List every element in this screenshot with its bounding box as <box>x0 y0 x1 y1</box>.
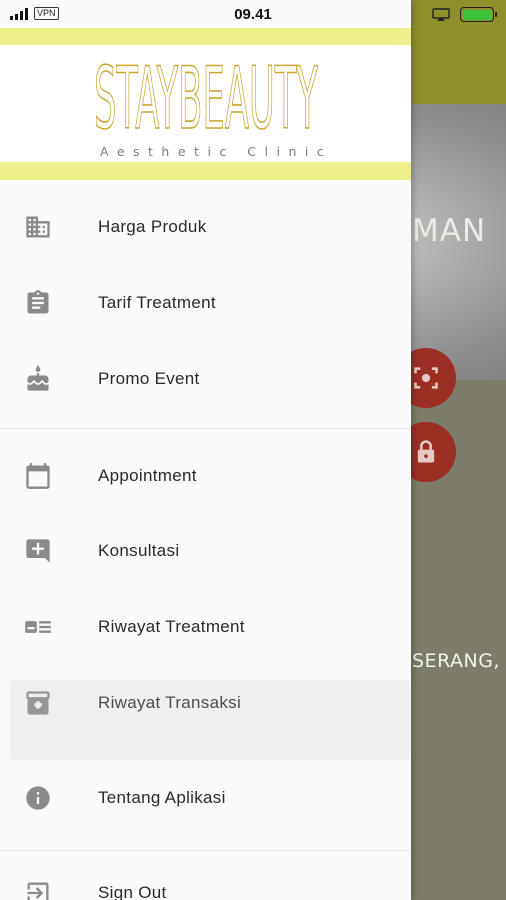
screen-mirroring-icon <box>432 7 450 21</box>
menu-item-riwayat-treatment[interactable]: Riwayat Treatment <box>0 591 411 663</box>
header-stripe-top <box>0 28 411 45</box>
scan-icon <box>414 367 438 389</box>
menu-label-tarif-treatment: Tarif Treatment <box>98 293 216 312</box>
menu-item-tarif-treatment[interactable]: Tarif Treatment <box>0 267 411 339</box>
battery-icon <box>460 7 497 22</box>
menu-item-sign-out[interactable]: Sign Out <box>0 857 411 900</box>
menu-label-promo-event: Promo Event <box>98 369 200 388</box>
building-icon <box>24 213 52 241</box>
logo-subtitle: Aesthetic Clinic <box>100 144 333 159</box>
menu-item-tentang-aplikasi[interactable]: Tentang Aplikasi <box>0 762 411 834</box>
menu-label-konsultasi: Konsultasi <box>98 541 180 560</box>
logout-icon <box>24 879 52 900</box>
id-card-list-icon <box>24 613 52 641</box>
header-stripe-bottom <box>0 162 411 180</box>
menu-item-promo-event[interactable]: Promo Event <box>0 343 411 415</box>
menu-label-riwayat-treatment: Riwayat Treatment <box>98 617 245 636</box>
menu-divider <box>0 850 411 851</box>
staybeauty-logo: STAYBEAUTY <box>94 48 318 138</box>
add-comment-icon <box>24 537 52 565</box>
menu-label-appointment: Appointment <box>98 466 197 485</box>
menu-label-tentang-aplikasi: Tentang Aplikasi <box>98 788 226 807</box>
lock-icon <box>417 440 435 463</box>
menu-item-appointment[interactable]: Appointment <box>0 440 411 512</box>
menu-label-sign-out: Sign Out <box>98 883 167 900</box>
status-time: 09.41 <box>234 6 272 23</box>
menu-divider <box>0 428 411 429</box>
location-text: SERANG, <box>412 650 500 672</box>
calendar-icon <box>24 462 52 490</box>
menu-label-harga-produk: Harga Produk <box>98 217 207 236</box>
menu-label-riwayat-transaksi: Riwayat Transaksi <box>98 693 242 712</box>
navigation-drawer: STAYBEAUTY Aesthetic Clinic Harga Produk… <box>0 0 411 900</box>
menu-item-harga-produk[interactable]: Harga Produk <box>0 191 411 263</box>
status-bar: VPN 09.41 <box>0 0 506 30</box>
hero-title-text: MAN <box>412 213 487 249</box>
menu-item-riwayat-transaksi[interactable]: Riwayat Transaksi <box>0 667 411 739</box>
info-icon <box>24 784 52 812</box>
cake-icon <box>24 365 52 393</box>
menu-item-konsultasi[interactable]: Konsultasi <box>0 515 411 587</box>
drawer-header: STAYBEAUTY Aesthetic Clinic <box>0 28 411 180</box>
archive-icon <box>24 689 52 717</box>
svg-text:STAYBEAUTY: STAYBEAUTY <box>94 49 318 138</box>
clipboard-icon <box>24 289 52 317</box>
